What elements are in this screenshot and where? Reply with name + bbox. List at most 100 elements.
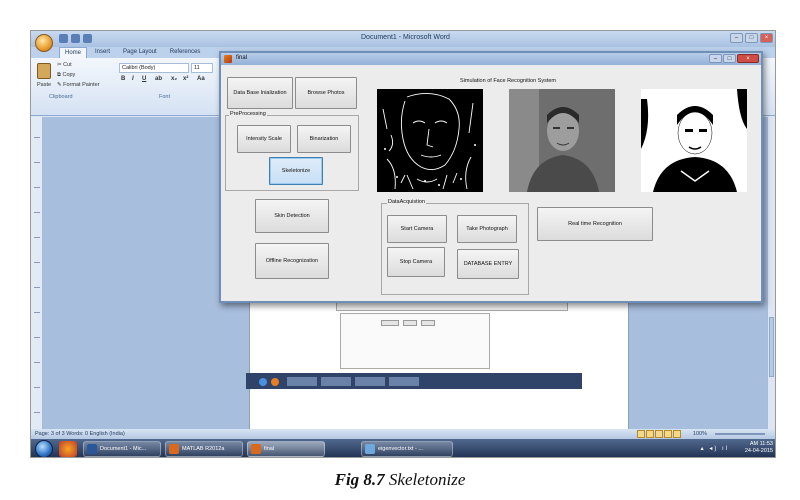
minimize-button[interactable]: –	[730, 33, 743, 43]
figure-caption: Fig 8.7 Skeletonize	[0, 470, 800, 490]
figure-maximize-button[interactable]: □	[723, 54, 736, 63]
stop-camera-button[interactable]: Stop Camera	[387, 247, 445, 277]
caption-number: Fig 8.7	[334, 470, 385, 489]
superscript-icon[interactable]: x²	[183, 76, 188, 82]
clock-time: AM 11:53	[749, 441, 773, 447]
taskbar-app-matlab-label: MATLAB R2012a	[182, 446, 225, 452]
taskbar-app-final[interactable]: final	[247, 441, 325, 457]
figure-minimize-button[interactable]: –	[709, 54, 722, 63]
notepad-icon	[365, 444, 375, 454]
clock-date: 24-04-2015	[744, 448, 773, 454]
word-window-controls: – □ ×	[730, 33, 773, 43]
word-icon	[87, 444, 97, 454]
figure-icon	[251, 444, 261, 454]
real-time-recognition-button[interactable]: Real time Recognition	[537, 207, 653, 241]
web-layout-icon[interactable]	[655, 430, 663, 438]
cut-button[interactable]: ✂ Cut	[57, 62, 72, 68]
skeleton-edge-image	[382, 93, 476, 190]
start-button[interactable]	[35, 440, 53, 457]
maximize-button[interactable]: □	[745, 33, 758, 43]
simulation-title: Simulation of Face Recognition System	[460, 78, 556, 84]
tab-insert[interactable]: Insert	[90, 47, 115, 58]
paste-label[interactable]: Paste	[37, 82, 51, 88]
status-text: Page: 3 of 3 Words: 0 English (India)	[35, 431, 125, 437]
print-layout-icon[interactable]	[637, 430, 645, 438]
figure-window-controls: – □ ×	[709, 54, 759, 63]
tray-icons[interactable]: ▴ ◂) ıl	[701, 445, 729, 452]
italic-icon[interactable]: I	[132, 76, 134, 82]
paste-icon[interactable]	[37, 63, 51, 79]
binary-face-image	[641, 89, 747, 192]
figure-close-button[interactable]: ×	[737, 54, 759, 63]
change-case-icon[interactable]: Aa	[197, 76, 205, 82]
cut-label: Cut	[63, 62, 72, 68]
system-clock[interactable]: AM 11:53 24-04-2015	[745, 441, 773, 455]
matlab-figure-icon	[224, 55, 232, 63]
database-entry-button[interactable]: DATABASE ENTRY	[457, 249, 519, 279]
chrome-icon[interactable]	[59, 441, 77, 457]
underline-icon[interactable]: U	[142, 76, 146, 82]
taskbar-app-word[interactable]: Document1 - Mic...	[83, 441, 161, 457]
strikethrough-icon[interactable]: ab	[155, 76, 162, 82]
font-group-label: Font	[159, 94, 171, 100]
intensity-scale-button[interactable]: Intensity Scale	[237, 125, 291, 153]
format-painter-label: Format Painter	[63, 82, 100, 88]
nested-taskbar	[246, 373, 582, 389]
taskbar-app-final-label: final	[264, 446, 275, 452]
outline-icon[interactable]	[664, 430, 672, 438]
draft-icon[interactable]	[673, 430, 681, 438]
skin-detection-button[interactable]: Skin Detection	[255, 199, 329, 233]
zoom-slider[interactable]	[715, 433, 765, 435]
undo-icon[interactable]	[71, 34, 80, 43]
caption-text: Skeletonize	[388, 470, 466, 489]
office-button[interactable]	[35, 34, 53, 52]
format-painter-button[interactable]: ✎ Format Painter	[57, 82, 100, 88]
matlab-icon	[169, 444, 179, 454]
font-size-select[interactable]: 11	[191, 63, 213, 73]
copy-button[interactable]: ⧉ Copy	[57, 72, 75, 79]
clipboard-group-label: Clipboard	[49, 94, 73, 100]
figure-title: final	[236, 55, 248, 61]
nested-button	[403, 320, 417, 326]
figure-window: final – □ × Simulation of Face Recogniti…	[219, 51, 763, 303]
tab-page-layout[interactable]: Page Layout	[118, 47, 162, 58]
quick-access-toolbar	[59, 34, 92, 43]
screenshot-frame: Document1 - Microsoft Word – □ × Home In…	[30, 30, 776, 458]
grayscale-image	[509, 89, 615, 192]
start-camera-button[interactable]: Start Camera	[387, 215, 447, 243]
binarization-button[interactable]: Binarization	[297, 125, 351, 153]
take-photograph-button[interactable]: Take Photograph	[457, 215, 517, 243]
copy-label: Copy	[62, 72, 76, 78]
full-screen-icon[interactable]	[646, 430, 654, 438]
word-status-bar: Page: 3 of 3 Words: 0 English (India) 10…	[31, 429, 775, 439]
word-window-title: Document1 - Microsoft Word	[361, 34, 450, 41]
scrollbar-thumb[interactable]	[769, 317, 774, 377]
redo-icon[interactable]	[83, 34, 92, 43]
figure-title-bar[interactable]: final – □ ×	[221, 53, 761, 65]
nested-button	[381, 320, 399, 326]
figure-body: Simulation of Face Recognition System Da…	[221, 65, 761, 301]
offline-recognization-button[interactable]: Offline Recognization	[255, 243, 329, 279]
binary-image	[641, 89, 747, 192]
font-name-select[interactable]: Calibri (Body)	[119, 63, 189, 73]
database-initialization-button[interactable]: Data Base Inialization	[227, 77, 293, 109]
skeleton-image	[377, 89, 483, 192]
bold-icon[interactable]: B	[121, 76, 125, 82]
tab-references[interactable]: References	[165, 47, 206, 58]
zoom-level[interactable]: 100%	[693, 431, 707, 437]
taskbar: Document1 - Mic... MATLAB R2012a final e…	[31, 439, 775, 457]
subscript-icon[interactable]: x₂	[171, 76, 177, 82]
view-buttons	[637, 430, 681, 438]
nested-button	[421, 320, 435, 326]
skeletonize-button[interactable]: Skeletonize	[269, 157, 323, 185]
save-icon[interactable]	[59, 34, 68, 43]
vertical-ruler	[31, 117, 43, 429]
preprocessing-panel-label: PreProcessing	[229, 111, 267, 117]
browse-photos-button[interactable]: Browse Photos	[295, 77, 357, 109]
vertical-scrollbar[interactable]	[767, 117, 775, 429]
taskbar-app-notepad[interactable]: eigenvector.txt - ...	[361, 441, 453, 457]
taskbar-app-matlab[interactable]: MATLAB R2012a	[165, 441, 243, 457]
tab-home[interactable]: Home	[59, 47, 88, 58]
grayscale-face-image	[509, 89, 615, 192]
close-button[interactable]: ×	[760, 33, 773, 43]
